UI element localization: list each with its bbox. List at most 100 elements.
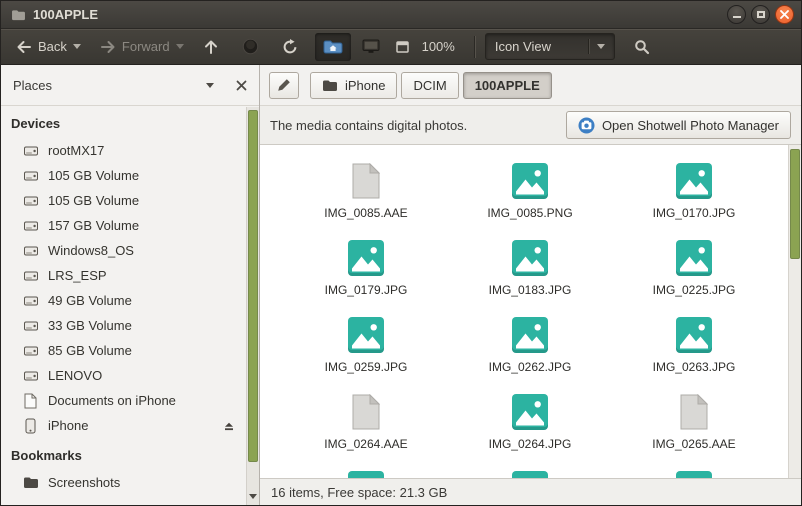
reload-icon xyxy=(282,39,298,55)
file-item-img-0263-jpg[interactable]: IMG_0263.JPG xyxy=(612,313,776,390)
sidebar-item-label: 49 GB Volume xyxy=(48,293,132,308)
sidecar-file-icon xyxy=(676,394,712,430)
sidebar-section-header: Devices xyxy=(1,106,245,138)
home-button[interactable] xyxy=(315,33,351,61)
sidebar-item-label: LENOVO xyxy=(48,368,102,383)
window-title: 100APPLE xyxy=(33,7,98,22)
folder-icon xyxy=(22,476,39,489)
minimize-button[interactable] xyxy=(727,5,746,24)
sidebar-item-label: LRS_ESP xyxy=(48,268,107,283)
file-item[interactable] xyxy=(284,467,448,478)
sidebar-item-49-gb-volume[interactable]: 49 GB Volume xyxy=(1,288,245,313)
maximize-button[interactable] xyxy=(751,5,770,24)
sidebar-scrollbar-thumb[interactable] xyxy=(248,110,258,462)
sidebar-item-105-gb-volume[interactable]: 105 GB Volume xyxy=(1,188,245,213)
file-item-img-0170-jpg[interactable]: IMG_0170.JPG xyxy=(612,159,776,236)
search-icon xyxy=(634,39,650,55)
open-shotwell-button[interactable]: Open Shotwell Photo Manager xyxy=(566,111,791,139)
file-item-img-0085-aae[interactable]: IMG_0085.AAE xyxy=(284,159,448,236)
view-mode-select[interactable]: Icon View xyxy=(485,33,615,60)
sidebar-item-85-gb-volume[interactable]: 85 GB Volume xyxy=(1,338,245,363)
sidebar-item-105-gb-volume[interactable]: 105 GB Volume xyxy=(1,163,245,188)
file-item-img-0085-png[interactable]: IMG_0085.PNG xyxy=(448,159,612,236)
up-button[interactable] xyxy=(195,33,227,61)
file-item[interactable] xyxy=(448,467,612,478)
image-file-icon xyxy=(512,317,548,353)
up-icon xyxy=(203,39,219,55)
search-button[interactable] xyxy=(626,33,658,61)
sidebar-scrollbar[interactable] xyxy=(246,107,259,505)
drive-icon xyxy=(22,243,39,259)
image-file-icon xyxy=(512,163,548,199)
chevron-down-icon xyxy=(597,44,605,49)
shotwell-icon xyxy=(578,117,595,134)
forward-icon xyxy=(100,39,116,55)
sidebar-item-33-gb-volume[interactable]: 33 GB Volume xyxy=(1,313,245,338)
phone-icon xyxy=(22,418,39,434)
file-name: IMG_0264.AAE xyxy=(324,437,407,451)
file-name: IMG_0264.JPG xyxy=(489,437,572,451)
places-switcher-caret-icon[interactable] xyxy=(206,83,214,88)
split-view-button[interactable] xyxy=(391,35,414,59)
sidebar-scroll-down-button[interactable] xyxy=(247,488,259,504)
file-item-img-0264-jpg[interactable]: IMG_0264.JPG xyxy=(448,390,612,467)
sidebar-list: DevicesrootMX17 105 GB Volume 105 GB Volum… xyxy=(1,106,259,505)
file-item[interactable] xyxy=(612,467,776,478)
file-item-img-0264-aae[interactable]: IMG_0264.AAE xyxy=(284,390,448,467)
stop-button[interactable] xyxy=(234,32,267,61)
file-name: IMG_0179.JPG xyxy=(325,283,408,297)
breadcrumb-100apple[interactable]: 100APPLE xyxy=(463,72,552,99)
sidebar-item-iphone[interactable]: iPhone xyxy=(1,413,245,438)
window-body: Places DevicesrootMX17 105 GB Volume 105 G… xyxy=(1,65,801,505)
desktop-icon xyxy=(362,39,380,54)
sidecar-file-icon xyxy=(348,394,384,430)
image-file-icon xyxy=(676,317,712,353)
main-scrollbar[interactable] xyxy=(788,145,801,478)
file-item-img-0225-jpg[interactable]: IMG_0225.JPG xyxy=(612,236,776,313)
back-icon xyxy=(16,39,32,55)
file-item-img-0179-jpg[interactable]: IMG_0179.JPG xyxy=(284,236,448,313)
doc-icon xyxy=(22,393,39,409)
window-folder-icon xyxy=(11,9,26,21)
breadcrumb-label: DCIM xyxy=(413,78,446,93)
infobar: The media contains digital photos. Open … xyxy=(260,106,801,145)
sidebar-item-label: 105 GB Volume xyxy=(48,168,139,183)
window-controls xyxy=(727,5,794,24)
breadcrumb-label: 100APPLE xyxy=(475,78,540,93)
file-item-img-0265-aae[interactable]: IMG_0265.AAE xyxy=(612,390,776,467)
close-button[interactable] xyxy=(775,5,794,24)
places-header: Places xyxy=(1,65,259,106)
sidebar-item-lrs-esp[interactable]: LRS_ESP xyxy=(1,263,245,288)
eject-icon[interactable] xyxy=(223,420,245,432)
sidebar-item-windows8-os[interactable]: Windows8_OS xyxy=(1,238,245,263)
sidebar-item-lenovo[interactable]: LENOVO xyxy=(1,363,245,388)
file-item-img-0183-jpg[interactable]: IMG_0183.JPG xyxy=(448,236,612,313)
titlebar[interactable]: 100APPLE xyxy=(1,1,801,29)
breadcrumb-label: iPhone xyxy=(345,78,385,93)
file-view[interactable]: IMG_0085.AAEIMG_0085.PNGIMG_0170.JPGIMG_… xyxy=(260,145,801,478)
edit-path-button[interactable] xyxy=(269,72,299,99)
forward-button[interactable]: Forward xyxy=(92,33,192,61)
file-item-img-0262-jpg[interactable]: IMG_0262.JPG xyxy=(448,313,612,390)
desktop-button[interactable] xyxy=(354,33,388,60)
sidebar-item-documents-on-iphone[interactable]: Documents on iPhone xyxy=(1,388,245,413)
drive-icon xyxy=(22,268,39,284)
main-scrollbar-thumb[interactable] xyxy=(790,149,800,259)
sidebar-item-screenshots[interactable]: Screenshots xyxy=(1,470,245,495)
drive-icon xyxy=(22,143,39,159)
home-icon xyxy=(323,39,343,55)
reload-button[interactable] xyxy=(274,33,306,61)
sidebar-item-157-gb-volume[interactable]: 157 GB Volume xyxy=(1,213,245,238)
back-button[interactable]: Back xyxy=(8,33,89,61)
places-panel: Places DevicesrootMX17 105 GB Volume 105 G… xyxy=(1,65,259,505)
breadcrumb: iPhone DCIM 100APPLE xyxy=(310,72,552,99)
file-item-img-0259-jpg[interactable]: IMG_0259.JPG xyxy=(284,313,448,390)
sidebar-item-rootmx17[interactable]: rootMX17 xyxy=(1,138,245,163)
drive-icon xyxy=(22,343,39,359)
file-name: IMG_0085.AAE xyxy=(324,206,407,220)
main-panel: iPhone DCIM 100APPLE The media contains di… xyxy=(259,65,801,505)
sidecar-file-icon xyxy=(348,163,384,199)
places-close-button[interactable] xyxy=(236,80,247,91)
breadcrumb-iphone[interactable]: iPhone xyxy=(310,72,397,99)
breadcrumb-dcim[interactable]: DCIM xyxy=(401,72,458,99)
